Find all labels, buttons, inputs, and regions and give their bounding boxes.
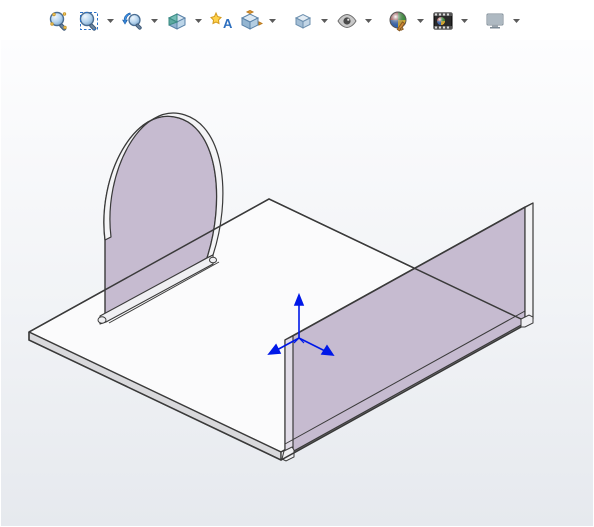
display-style-button[interactable] bbox=[290, 8, 316, 34]
section-view-dropdown[interactable] bbox=[194, 8, 202, 34]
apply-scene-dropdown[interactable] bbox=[460, 8, 468, 34]
display-style-dropdown[interactable] bbox=[320, 8, 328, 34]
view-orientation-icon bbox=[239, 10, 263, 32]
edit-appearance-icon bbox=[388, 10, 410, 32]
svg-text:A: A bbox=[223, 16, 232, 31]
previous-view-dropdown[interactable] bbox=[150, 8, 158, 34]
sheet-metal-part bbox=[29, 113, 576, 489]
model-canvas bbox=[1, 40, 593, 526]
view-settings-button[interactable] bbox=[482, 8, 508, 34]
hide-show-icon bbox=[336, 10, 358, 32]
edit-appearance-button[interactable] bbox=[386, 8, 412, 34]
view-settings-icon bbox=[484, 10, 506, 32]
graphics-viewport[interactable] bbox=[1, 40, 593, 526]
zoom-to-fit-button[interactable] bbox=[46, 8, 72, 34]
zoom-area-dropdown[interactable] bbox=[106, 8, 114, 34]
view-settings-dropdown[interactable] bbox=[512, 8, 520, 34]
previous-view-button[interactable] bbox=[120, 8, 146, 34]
hide-show-dropdown[interactable] bbox=[364, 8, 372, 34]
zoom-to-fit-icon bbox=[48, 10, 70, 32]
section-view-button[interactable] bbox=[164, 8, 190, 34]
dynamic-annotation-icon: A bbox=[210, 10, 232, 32]
dynamic-annotation-button[interactable]: A bbox=[208, 8, 234, 34]
view-orientation-button[interactable] bbox=[238, 8, 264, 34]
hide-show-button[interactable] bbox=[334, 8, 360, 34]
edit-appearance-dropdown[interactable] bbox=[416, 8, 424, 34]
view-orientation-dropdown[interactable] bbox=[268, 8, 276, 34]
zoom-area-button[interactable] bbox=[76, 8, 102, 34]
section-view-icon bbox=[166, 10, 188, 32]
heads-up-view-toolbar: A bbox=[0, 2, 594, 40]
previous-view-icon bbox=[122, 10, 144, 32]
apply-scene-icon bbox=[432, 10, 454, 32]
apply-scene-button[interactable] bbox=[430, 8, 456, 34]
zoom-area-icon bbox=[78, 10, 100, 32]
display-style-icon bbox=[292, 10, 314, 32]
